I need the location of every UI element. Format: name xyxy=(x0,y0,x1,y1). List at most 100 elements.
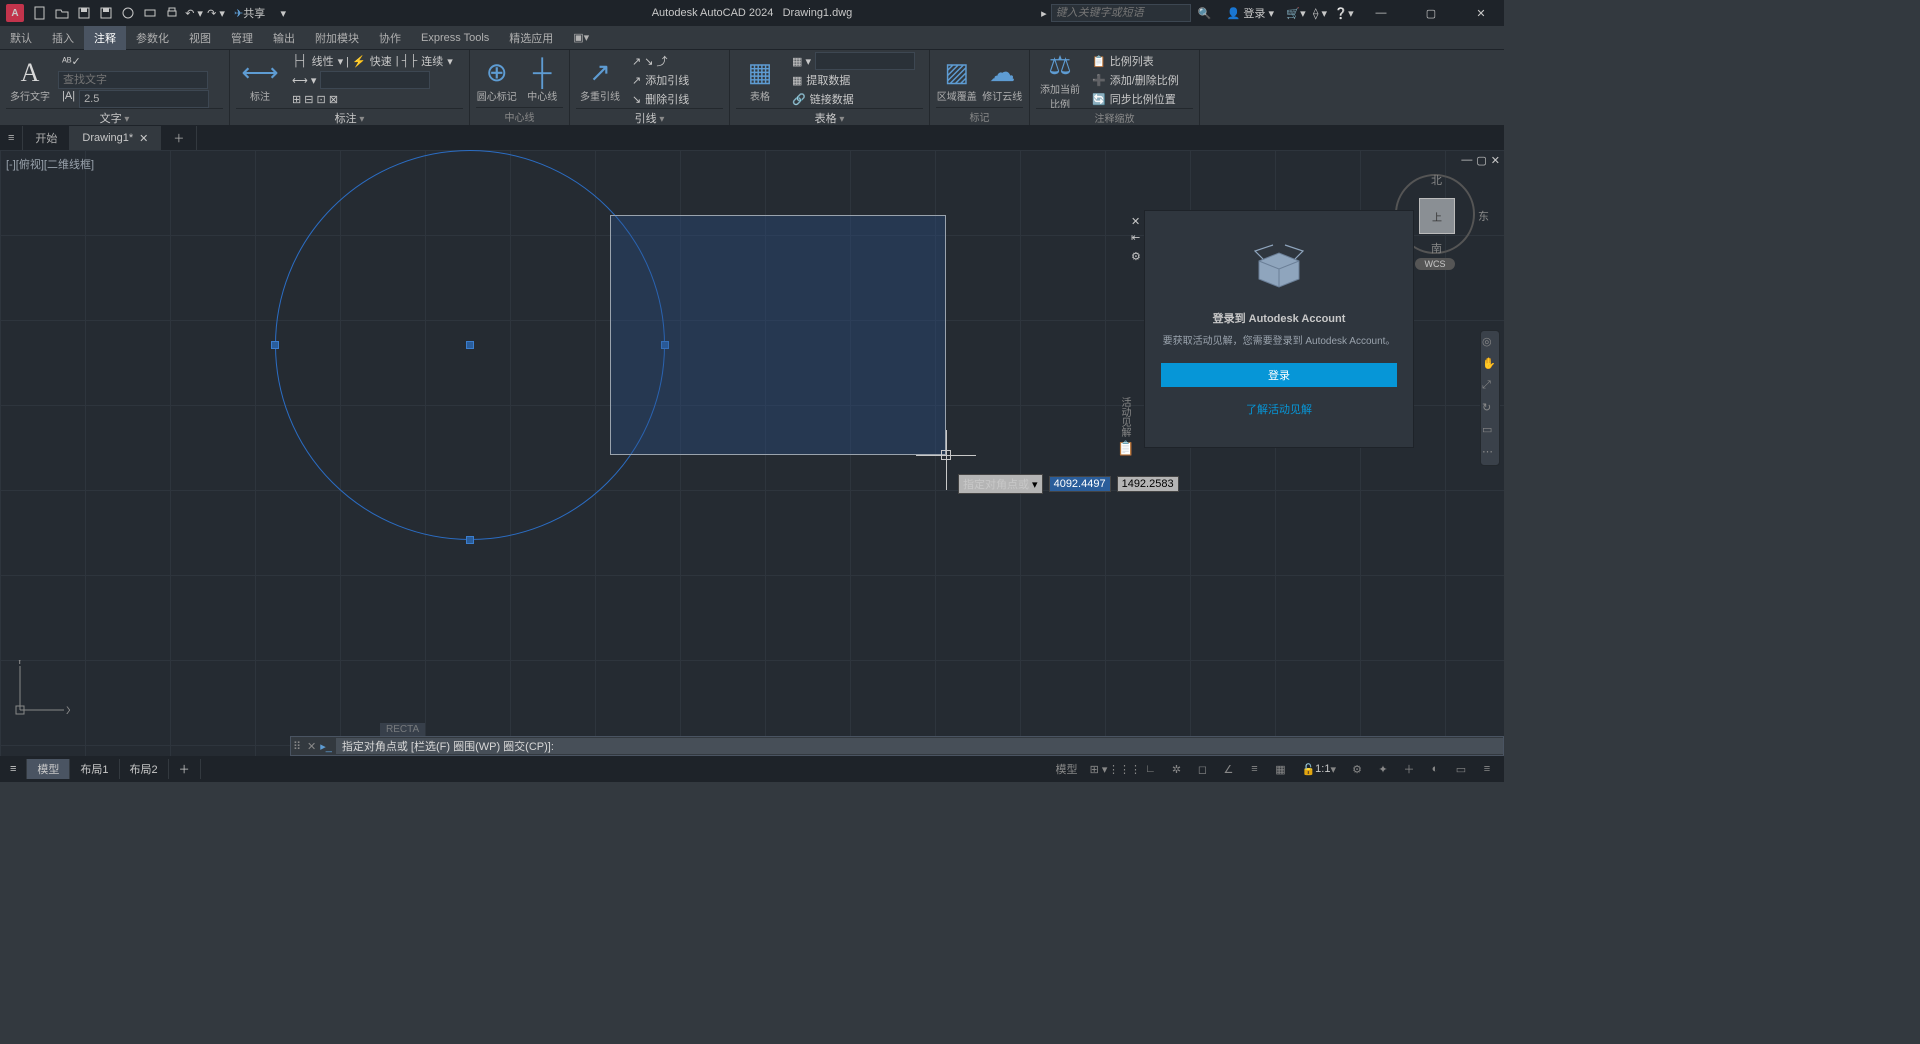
vp-max-icon[interactable]: ▢ xyxy=(1476,154,1486,167)
tab-parametric[interactable]: 参数化 xyxy=(126,26,179,50)
revcloud-button[interactable]: ☁修订云线 xyxy=(982,53,1024,107)
tab-manage[interactable]: 管理 xyxy=(221,26,263,50)
dim-button[interactable]: ⟷标注 xyxy=(236,53,284,107)
scale-list-button[interactable]: 📋 比例列表 xyxy=(1088,52,1183,70)
add-leader-button[interactable]: ↗ 添加引线 xyxy=(628,71,693,89)
dyn-y-input[interactable]: 1492.2583 xyxy=(1117,476,1179,492)
text-check-button[interactable]: ᴬᴮ✓ xyxy=(58,52,223,70)
filetab-menu-icon[interactable]: ≡ xyxy=(0,126,23,150)
search-icon[interactable]: 🔍 xyxy=(1195,3,1215,23)
vp-min-icon[interactable]: — xyxy=(1461,154,1472,167)
sb-otrack-icon[interactable]: ∠ xyxy=(1217,758,1239,780)
addscale-button[interactable]: ⚖添加当前比例 xyxy=(1036,53,1084,107)
panel-settings-icon[interactable]: ⚙ xyxy=(1131,250,1141,263)
sb-layout1-tab[interactable]: 布局1 xyxy=(70,759,119,779)
dyn-x-input[interactable]: 4092.4497 xyxy=(1049,476,1111,492)
nav-more-icon[interactable]: ⋯ xyxy=(1482,445,1498,461)
vc-north[interactable]: 北 xyxy=(1431,172,1442,188)
cart-icon[interactable]: 🛒▾ xyxy=(1286,3,1306,23)
tab-default[interactable]: 默认 xyxy=(0,26,42,50)
filetab-start[interactable]: 开始 xyxy=(23,126,70,150)
tab-collaborate[interactable]: 协作 xyxy=(369,26,411,50)
table-button[interactable]: ▦表格 xyxy=(736,53,784,107)
plot-icon[interactable] xyxy=(140,3,160,23)
leader-tools-row[interactable]: ↗ ↘ ⤴ xyxy=(628,52,693,70)
mleader-button[interactable]: ↗多重引线 xyxy=(576,53,624,107)
vc-south[interactable]: 南 xyxy=(1431,240,1442,256)
vc-top-face[interactable]: 上 xyxy=(1419,198,1455,234)
tab-view[interactable]: 视图 xyxy=(179,26,221,50)
tab-output[interactable]: 输出 xyxy=(263,26,305,50)
ucs-icon[interactable]: X Y xyxy=(14,660,70,716)
maximize-button[interactable]: ▢ xyxy=(1408,0,1454,26)
sb-clean-icon[interactable]: ▭ xyxy=(1450,758,1472,780)
sb-lwt-icon[interactable]: ≡ xyxy=(1243,758,1265,780)
centermark-button[interactable]: ⊕圆心标记 xyxy=(476,53,518,107)
tab-apps-icon[interactable]: ▣▾ xyxy=(563,26,599,50)
panel-table-label[interactable]: 表格 ▾ xyxy=(736,108,923,124)
grip-bottom[interactable] xyxy=(466,536,474,544)
share-button[interactable]: ✈ 共享 xyxy=(228,3,271,23)
new-tab-button[interactable]: ＋ xyxy=(161,126,197,150)
sb-ortho-icon[interactable]: ∟ xyxy=(1139,758,1161,780)
centerline-button[interactable]: ┼中心线 xyxy=(522,53,564,107)
wcs-label[interactable]: WCS xyxy=(1415,258,1455,270)
zoom-extents-icon[interactable]: ⤢ xyxy=(1482,379,1498,395)
print-icon[interactable] xyxy=(162,3,182,23)
wipeout-button[interactable]: ▨区域覆盖 xyxy=(936,53,978,107)
vc-east[interactable]: 东 xyxy=(1478,208,1489,224)
panel-leader-label[interactable]: 引线 ▾ xyxy=(576,108,723,124)
sb-scale-button[interactable]: 🔓 1:1 ▾ xyxy=(1295,758,1342,780)
extract-data-button[interactable]: ▦ 提取数据 xyxy=(788,71,919,89)
new-icon[interactable] xyxy=(30,3,50,23)
sb-layout2-tab[interactable]: 布局2 xyxy=(120,759,169,779)
sb-menu-icon[interactable]: ≡ xyxy=(0,759,27,779)
qat-dropdown-icon[interactable]: ▾ xyxy=(273,3,293,23)
tab-featured[interactable]: 精选应用 xyxy=(499,26,563,50)
panel-pin-icon[interactable]: ⇤ xyxy=(1131,231,1141,244)
sb-isolate-icon[interactable]: ◐ xyxy=(1424,758,1446,780)
login-button[interactable]: 👤 登录 ▾ xyxy=(1219,3,1282,23)
panel-text-label[interactable]: 文字 ▾ xyxy=(6,108,223,124)
dim-tools-row[interactable]: ⊞ ⊟ ⊡ ⊠ xyxy=(288,90,457,108)
tab-express[interactable]: Express Tools xyxy=(411,26,499,50)
tab-annotate[interactable]: 注释 xyxy=(84,26,126,50)
vp-close-icon[interactable]: ✕ xyxy=(1491,154,1500,167)
autodesk-icon[interactable]: ⟠ ▾ xyxy=(1310,3,1330,23)
panel-dim-label[interactable]: 标注 ▾ xyxy=(236,108,463,124)
recent-command-chip[interactable]: RECTA xyxy=(380,723,425,736)
sb-model-tab[interactable]: 模型 xyxy=(27,759,70,779)
redo-icon[interactable]: ↷ ▾ xyxy=(206,3,226,23)
steering-wheel-icon[interactable]: ◎ xyxy=(1482,335,1498,351)
close-button[interactable]: ✕ xyxy=(1458,0,1504,26)
command-line[interactable]: ⠿ ✕ ▸_ 指定对角点或 [栏选(F) 圈围(WP) 圈交(CP)]: xyxy=(290,736,1504,756)
panel-close-icon[interactable]: ✕ xyxy=(1131,215,1140,228)
save-icon[interactable] xyxy=(74,3,94,23)
sb-transparency-icon[interactable]: ▦ xyxy=(1269,758,1291,780)
sb-model-button[interactable]: 模型 xyxy=(1049,758,1083,780)
undo-icon[interactable]: ↶ ▾ xyxy=(184,3,204,23)
dim-linear-button[interactable]: ├┤ 线性 ▾ | ⚡快速 | ┤├ 连续 ▾ xyxy=(288,52,457,70)
command-prompt[interactable]: 指定对角点或 [栏选(F) 圈围(WP) 圈交(CP)]: xyxy=(336,738,1503,754)
dim-style-row[interactable]: ⟷ ▾ xyxy=(288,71,457,89)
sb-plus-icon[interactable]: ＋ xyxy=(1398,758,1420,780)
scale-adddel-button[interactable]: ➕ 添加/删除比例 xyxy=(1088,71,1183,89)
sb-anno-icon[interactable]: ✦ xyxy=(1372,758,1394,780)
app-logo[interactable]: A xyxy=(6,4,24,22)
tab-insert[interactable]: 插入 xyxy=(42,26,84,50)
web-icon[interactable] xyxy=(118,3,138,23)
sb-customize-icon[interactable]: ≡ xyxy=(1476,758,1498,780)
scale-sync-button[interactable]: 🔄 同步比例位置 xyxy=(1088,90,1183,108)
del-leader-button[interactable]: ↘ 删除引线 xyxy=(628,90,693,108)
cmdline-grip-icon[interactable]: ⠿ xyxy=(291,740,303,753)
find-text-input[interactable] xyxy=(58,71,208,89)
drawing-canvas[interactable]: [-][俯视][二维线框] — ▢ ✕ 指定对角点或 ▾ 4092.4497 1… xyxy=(0,150,1504,756)
close-tab-icon[interactable]: ✕ xyxy=(139,132,148,145)
sb-snap-icon[interactable]: ⋮⋮⋮ xyxy=(1113,758,1135,780)
grip-center[interactable] xyxy=(466,341,474,349)
panel-vert-label[interactable]: 活动见解 xyxy=(1117,397,1132,437)
sb-polar-icon[interactable]: ✲ xyxy=(1165,758,1187,780)
sb-gear-icon[interactable]: ⚙ xyxy=(1346,758,1368,780)
sb-osnap-icon[interactable]: ◻ xyxy=(1191,758,1213,780)
sb-grid-icon[interactable]: ⊞ ▾ xyxy=(1087,758,1109,780)
